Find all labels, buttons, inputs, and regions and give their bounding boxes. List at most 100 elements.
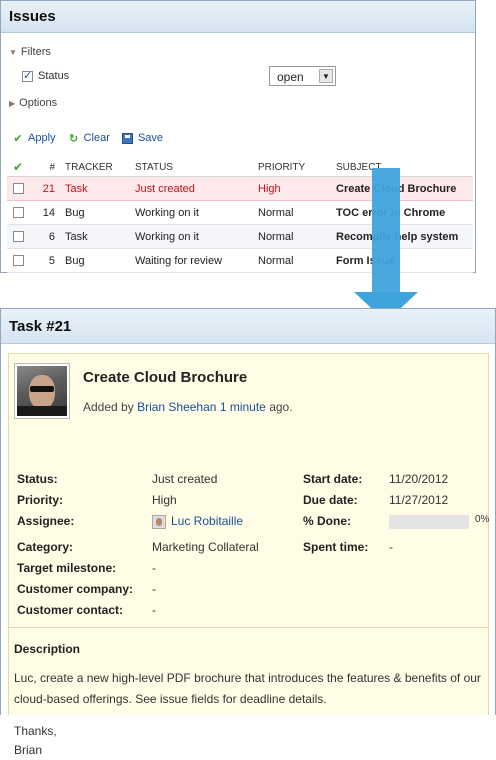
issue-subject-link[interactable]: Recompile help system [336,224,473,249]
issue-status: Just created [135,176,258,201]
customer-contact-value: - [152,603,156,617]
issue-tracker: Task [65,224,135,249]
issue-id[interactable]: 21 [29,176,65,201]
customer-contact-label: Customer contact: [17,603,124,617]
issue-id[interactable]: 6 [29,224,65,249]
filters-toggle[interactable]: ▼ Filters [9,46,55,58]
save-icon [122,133,134,145]
reload-icon: ↻ [68,133,79,145]
issue-status: Working on it [135,224,258,249]
row-checkbox[interactable] [12,183,24,195]
query-actions: ✔ Apply ↻ Clear Save [11,132,171,146]
category-label: Category: [17,540,74,554]
assignee-avatar [152,514,166,529]
clear-button[interactable]: ↻ Clear [67,132,110,146]
priority-label: Priority: [17,493,64,507]
status-filter: Status [22,69,70,83]
issue-id[interactable]: 14 [29,200,65,225]
issue-status: Waiting for review [135,248,258,273]
added-time-link[interactable]: 1 minute [220,400,266,414]
issues-table: ✔ # TRACKER STATUS PRIORITY SUBJECT 21 T… [7,158,473,273]
description-divider [9,627,488,628]
status-operator-value: open [277,70,304,84]
checkmark-icon: ✔ [12,160,24,174]
table-row[interactable]: 6 Task Working on it Normal Recompile he… [7,224,473,249]
table-header-row: ✔ # TRACKER STATUS PRIORITY SUBJECT [7,158,473,177]
apply-button[interactable]: ✔ Apply [11,132,56,146]
row-checkbox[interactable] [12,255,24,267]
spent-time-label: Spent time: [303,540,369,554]
issue-id[interactable]: 5 [29,248,65,273]
task-details: Create Cloud Brochure Added by Brian She… [8,353,490,757]
author-avatar [14,363,70,419]
issues-panel: Issues ▼Filters Status open ▼ ▶Options ✔… [0,0,476,273]
row-checkbox[interactable] [12,207,24,219]
priority-value: High [152,493,177,507]
status-value: Just created [152,472,218,486]
issue-priority: Normal [258,200,336,225]
task-header: Task #21 [1,309,495,344]
column-header-subject[interactable]: SUBJECT [336,158,473,177]
description-title: Description [14,642,81,656]
column-header-priority[interactable]: PRIORITY [258,158,336,177]
added-prefix: Added by [83,400,134,414]
assignee-label: Assignee: [17,514,75,528]
filters-label: Filters [20,46,51,58]
transition-arrow-shaft [372,168,400,293]
signoff-thanks: Thanks, [14,724,57,738]
due-date-value: 11/27/2012 [389,493,449,507]
assignee-link[interactable]: Luc Robitaille [171,514,243,528]
signoff-name: Brian [14,743,43,757]
target-milestone-label: Target milestone: [17,561,117,575]
issue-priority: Normal [258,224,336,249]
issue-tracker: Task [65,176,135,201]
column-header-tracker[interactable]: TRACKER [65,158,135,177]
clear-label: Clear [83,132,110,145]
status-filter-checkbox[interactable] [22,69,33,82]
issue-subject-link[interactable]: TOC error in Chrome [336,200,473,225]
status-operator-select[interactable]: open ▼ [269,66,336,86]
task-title: Create Cloud Brochure [83,369,248,386]
category-value: Marketing Collateral [152,540,259,554]
done-progress-bar [389,515,469,529]
done-percent: 0% [475,514,490,525]
start-date-label: Start date: [303,472,363,486]
task-panel: Task #21 Create Cloud Brochure Added by … [0,308,496,757]
issue-subject-link[interactable]: Create Cloud Brochure [336,176,473,201]
status-filter-label: Status [38,70,70,83]
issue-priority: High [258,176,336,201]
chevron-down-icon[interactable]: ▼ [319,69,333,83]
save-label: Save [137,132,164,145]
done-label: % Done: [303,514,351,528]
customer-company-value: - [152,582,156,596]
options-toggle[interactable]: ▶ Options [9,97,62,109]
status-label: Status: [17,472,58,486]
fieldset-divider [9,53,469,54]
issue-status: Working on it [135,200,258,225]
toggle-all-checkbox[interactable]: ✔ [7,158,29,177]
description-signoff: Thanks, Brian [14,722,57,760]
issue-tracker: Bug [65,248,135,273]
target-milestone-value: - [152,561,156,575]
column-header-id[interactable]: # [29,158,65,177]
added-by-line: Added by Brian Sheehan 1 minute ago. [83,400,293,414]
apply-label: Apply [28,132,56,145]
customer-company-label: Customer company: [17,582,134,596]
author-link[interactable]: Brian Sheehan [137,400,216,414]
row-checkbox[interactable] [12,231,24,243]
table-row[interactable]: 14 Bug Working on it Normal TOC error in… [7,200,473,225]
options-fieldset[interactable]: ▶ Options [9,97,469,111]
description-text: Luc, create a new high-level PDF brochur… [14,671,481,706]
start-date-value: 11/20/2012 [389,472,449,486]
issue-subject-link[interactable]: Form Issue [336,248,473,273]
save-button[interactable]: Save [121,132,164,145]
column-header-status[interactable]: STATUS [135,158,258,177]
table-row[interactable]: 21 Task Just created High Create Cloud B… [7,176,473,201]
fieldset-divider [9,104,469,105]
issue-priority: Normal [258,248,336,273]
collapsed-triangle-icon: ▶ [9,99,16,108]
checkmark-icon: ✔ [13,133,23,145]
filters-fieldset[interactable]: ▼ Filters [9,46,469,60]
table-row[interactable]: 5 Bug Waiting for review Normal Form Iss… [7,248,473,273]
assignee-value: Luc Robitaille [152,514,243,529]
